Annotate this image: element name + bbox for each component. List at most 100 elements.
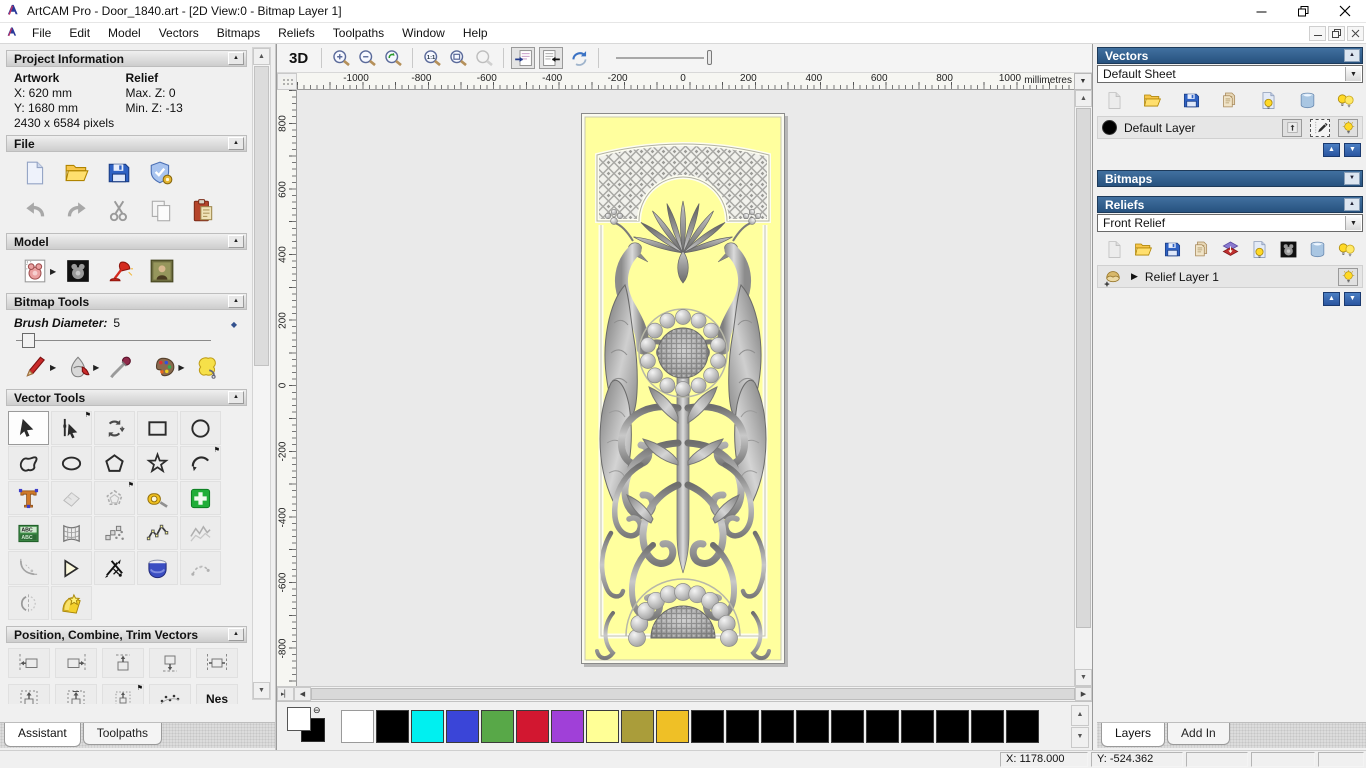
dropdown-icon[interactable]: ▼ <box>1345 216 1361 230</box>
new-file-icon[interactable] <box>14 158 56 188</box>
layer-stack-icon[interactable] <box>1219 239 1241 259</box>
relief-preview-icon[interactable] <box>57 256 99 286</box>
palette-swatch-19[interactable] <box>1006 709 1039 743</box>
palette-swatch-8[interactable] <box>621 709 654 743</box>
primary-colour-swatch[interactable] <box>287 707 311 731</box>
menu-edit[interactable]: Edit <box>60 24 99 42</box>
align-bottom-icon[interactable] <box>149 648 191 678</box>
scroll-down-icon[interactable]: ▼ <box>1075 669 1092 686</box>
centre-top-icon[interactable] <box>8 684 50 704</box>
align-top-icon[interactable] <box>102 648 144 678</box>
palette-swatch-9[interactable] <box>656 709 689 743</box>
layer-visibility-button[interactable] <box>1338 118 1358 137</box>
palette-swatch-0[interactable] <box>341 709 374 743</box>
trim-vectors-icon[interactable] <box>94 551 135 585</box>
zoom-11-icon[interactable]: 1:1 <box>420 46 444 70</box>
relief-select[interactable]: Front Relief ▼ <box>1097 214 1363 232</box>
scroll-thumb[interactable] <box>1076 108 1091 628</box>
vector-layer-row[interactable]: Default Layer <box>1097 116 1363 139</box>
palette-swatch-11[interactable] <box>726 709 759 743</box>
open-file-icon[interactable] <box>56 158 98 188</box>
open-file-icon[interactable] <box>1132 239 1154 259</box>
scroll-right-icon[interactable]: ▶ <box>1075 687 1092 701</box>
relief-preview-icon[interactable] <box>1277 239 1299 259</box>
palette-swatch-13[interactable] <box>796 709 829 743</box>
menu-help[interactable]: Help <box>454 24 497 42</box>
select-icon[interactable] <box>8 411 49 445</box>
palette-swatch-4[interactable] <box>481 709 514 743</box>
close-button[interactable] <box>1324 0 1366 23</box>
scroll-left-icon[interactable]: ◀ <box>294 687 311 701</box>
move-layer-down-button[interactable]: ▼ <box>1344 143 1361 157</box>
toggle-bitmap-icon[interactable] <box>511 47 536 69</box>
slider-handle[interactable] <box>22 333 35 348</box>
layer-colour-swatch[interactable] <box>1102 120 1117 135</box>
blend-gray-icon[interactable] <box>180 551 221 585</box>
palette-scroll-down-icon[interactable]: ▼ <box>1071 727 1089 748</box>
zoom-out-icon[interactable] <box>355 46 379 70</box>
mdi-close-button[interactable] <box>1347 25 1364 41</box>
collapse-button[interactable]: ▲ <box>228 137 244 150</box>
open-file-icon[interactable] <box>1142 90 1164 110</box>
collapse-button[interactable]: ▲ <box>228 235 244 248</box>
scroll-down-icon[interactable]: ▼ <box>253 682 270 699</box>
create-ellipse-icon[interactable] <box>51 446 92 480</box>
bulbs-all-icon[interactable] <box>1335 239 1357 259</box>
scroll-up-icon[interactable]: ▲ <box>1075 90 1092 107</box>
create-circle-icon[interactable] <box>180 411 221 445</box>
palette-swatch-15[interactable] <box>866 709 899 743</box>
eraser-trash-icon[interactable] <box>1306 239 1328 259</box>
flip-view-icon[interactable] <box>567 46 591 70</box>
save-file-icon[interactable] <box>98 158 140 188</box>
edit-layer-button[interactable] <box>1310 118 1330 137</box>
zoom-fit-icon[interactable] <box>446 46 470 70</box>
undo-icon[interactable] <box>14 196 56 226</box>
dropdown-icon[interactable]: ▼ <box>1345 67 1361 81</box>
palette-swatch-6[interactable] <box>551 709 584 743</box>
centre-boxed-icon[interactable] <box>55 684 97 704</box>
zoom-in-icon[interactable] <box>329 46 353 70</box>
palette-swatch-5[interactable] <box>516 709 549 743</box>
zoom-previous-icon[interactable] <box>381 46 405 70</box>
create-freehand-icon[interactable] <box>8 446 49 480</box>
chamfer-icon[interactable] <box>51 551 92 585</box>
menu-toolpaths[interactable]: Toolpaths <box>324 24 393 42</box>
bulb-page-icon[interactable] <box>1248 239 1270 259</box>
model-check-icon[interactable] <box>140 158 182 188</box>
create-polygon-icon[interactable] <box>94 446 135 480</box>
menu-reliefs[interactable]: Reliefs <box>269 24 324 42</box>
lighting-icon[interactable] <box>99 256 141 286</box>
scroll-thumb[interactable] <box>254 66 269 366</box>
flyout-arrow-icon[interactable]: ▶ <box>50 363 56 372</box>
import-stack-icon[interactable] <box>1219 90 1241 110</box>
canvas-viewport[interactable] <box>297 90 1074 686</box>
restore-button[interactable] <box>1282 0 1324 23</box>
create-arc-icon[interactable]: ⚑ <box>180 446 221 480</box>
primary-secondary-colour[interactable]: ⊖ <box>285 705 333 747</box>
mirror-gray-icon[interactable] <box>8 586 49 620</box>
palette-swatch-2[interactable] <box>411 709 444 743</box>
envelope-distort-icon[interactable] <box>51 516 92 550</box>
align-centre-x-icon[interactable] <box>196 648 238 678</box>
palette-swatch-12[interactable] <box>761 709 794 743</box>
tab-add-in[interactable]: Add In <box>1167 723 1230 745</box>
palette-swatch-16[interactable] <box>901 709 934 743</box>
palette-scrollbar[interactable]: ▲ ▼ <box>1071 705 1089 748</box>
palette-swatch-7[interactable] <box>586 709 619 743</box>
measure-icon[interactable] <box>137 481 178 515</box>
canvas-horizontal-scrollbar[interactable]: ▸▏ ◀ ▶ <box>277 686 1092 701</box>
view-3d-button[interactable]: 3D <box>283 50 314 67</box>
align-right-icon[interactable] <box>55 648 97 678</box>
collapse-button[interactable]: ▲ <box>228 391 244 404</box>
relief-layer-row[interactable]: ▶ Relief Layer 1 <box>1097 265 1363 288</box>
offset-gray-icon[interactable]: ⚑ <box>94 481 135 515</box>
units-dropdown-button[interactable]: ▼ <box>1074 73 1092 90</box>
align-left-icon[interactable] <box>8 648 50 678</box>
colour-picker-icon[interactable] <box>100 352 142 382</box>
scroll-thumb[interactable] <box>311 688 1075 700</box>
new-gray-icon[interactable] <box>1103 239 1125 259</box>
palette-swatch-1[interactable] <box>376 709 409 743</box>
doctor-vector-icon[interactable] <box>180 481 221 515</box>
menu-window[interactable]: Window <box>393 24 454 42</box>
expand-layer-icon[interactable]: ▶ <box>1131 271 1138 282</box>
